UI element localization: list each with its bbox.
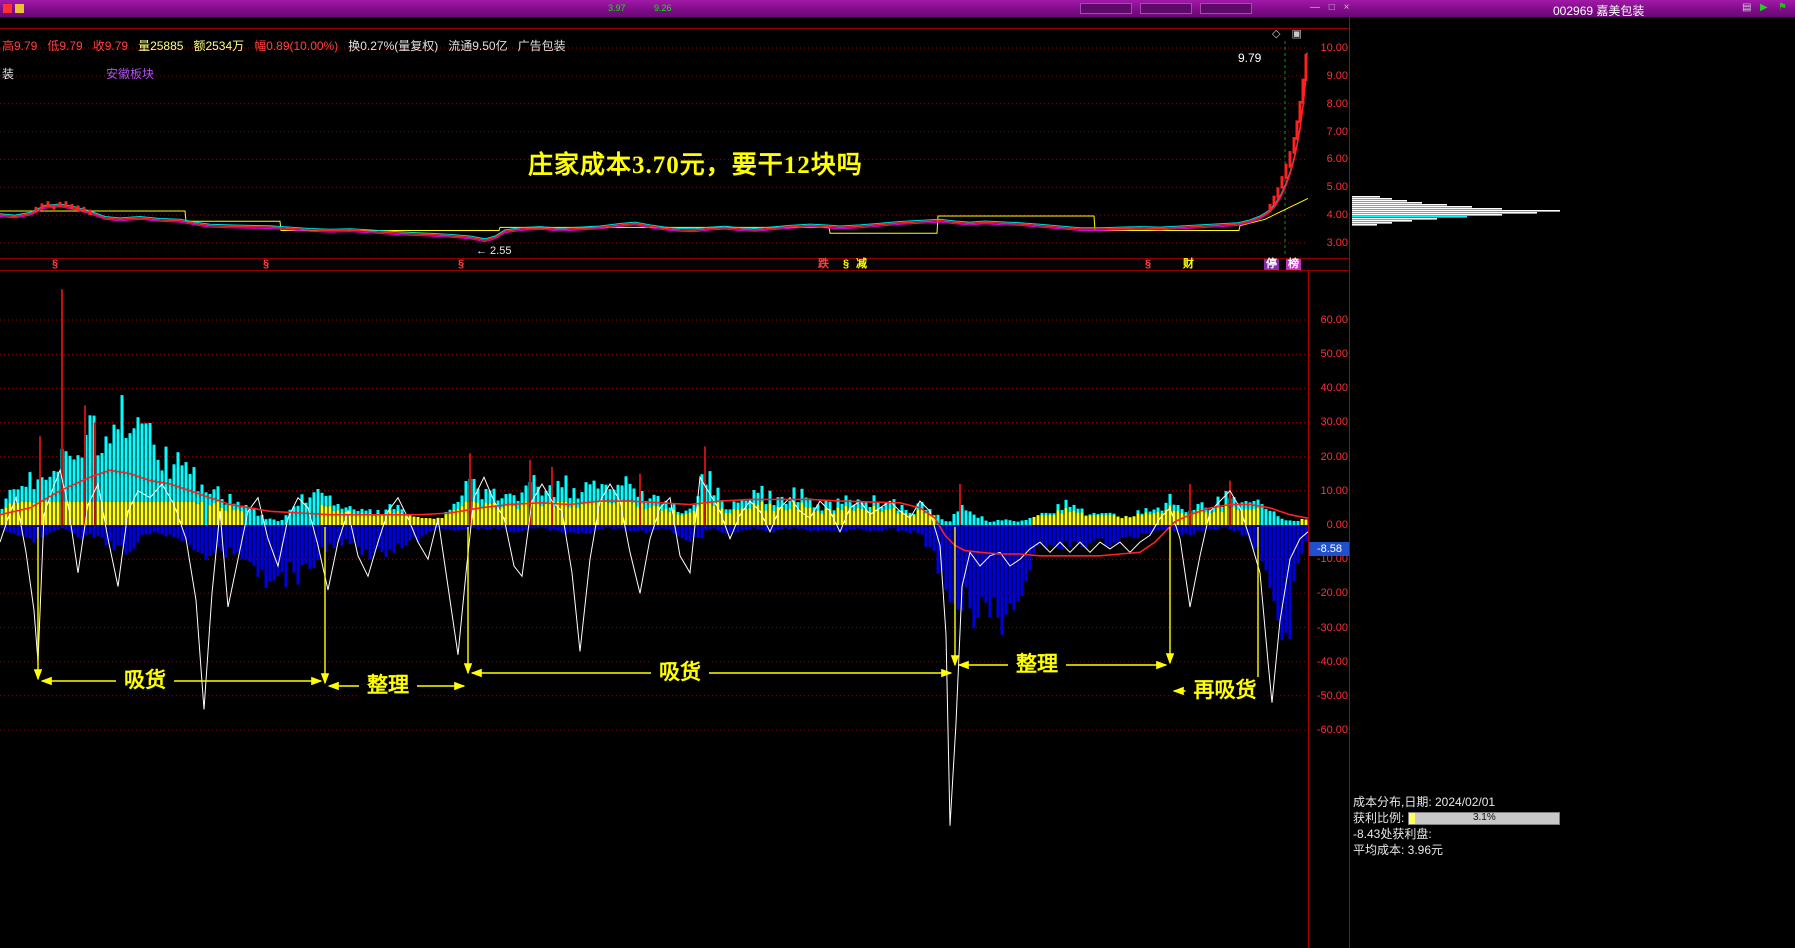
stock-stats-row: 高9.79 低9.79 收9.79 量25885 额2534万 幅0.89(10.00%)…: [2, 37, 576, 54]
toolbar-button-1[interactable]: [1080, 3, 1132, 14]
toolbar-button-2[interactable]: [1140, 3, 1192, 14]
stock-stat: 换0.27%(量复权): [348, 39, 439, 53]
phase-label: 吸货: [116, 667, 174, 694]
indicator-chart[interactable]: [0, 271, 1350, 948]
indicator-axis-label: 20.00: [1320, 451, 1348, 463]
signal-badge[interactable]: 减: [856, 259, 867, 270]
stock-stat: 幅0.89(10.00%): [254, 39, 339, 53]
stock-stat: 高9.79: [2, 39, 38, 53]
kline-axis-label: 6.00: [1326, 153, 1348, 165]
indicator-axis-label: 50.00: [1320, 348, 1348, 360]
signal-badge[interactable]: §: [843, 259, 849, 270]
kline-axis-label: 8.00: [1326, 98, 1348, 110]
signal-badge[interactable]: 停: [1264, 259, 1279, 270]
app-icon[interactable]: [3, 4, 12, 13]
indicator-axis-label: -60.00: [1316, 724, 1348, 736]
signal-badge[interactable]: §: [263, 259, 269, 270]
titlebar-mini-value: 3.97: [608, 3, 626, 13]
titlebar: — □ × 002969 嘉美包装 ▤ ▶ ⚑ 3.97 9.26: [0, 0, 1795, 18]
indicator-axis-label: -30.00: [1316, 622, 1348, 634]
menu-glyph-icon[interactable]: [15, 4, 24, 13]
window-controls[interactable]: — □ ×: [1310, 2, 1352, 13]
indicator-axis-label: 10.00: [1320, 485, 1348, 497]
signal-badge[interactable]: §: [458, 259, 464, 270]
stock-stat: 量25885: [138, 39, 184, 53]
toolbar-button-3[interactable]: [1200, 3, 1252, 14]
signal-badge[interactable]: 跌: [818, 259, 829, 270]
indicator-right-border: [1308, 271, 1309, 948]
titlebar-mini-value: 9.26: [654, 3, 672, 13]
profit-ratio-value: 3.1%: [1472, 812, 1496, 824]
corner-label: 装: [2, 67, 15, 81]
signal-badge[interactable]: 榜: [1286, 259, 1301, 270]
kline-axis-label: 3.00: [1326, 237, 1348, 249]
cost-annotation: 庄家成本3.70元，要干12块吗: [528, 152, 863, 179]
profit-ratio-bar: 3.1%: [1408, 812, 1561, 826]
profit-ratio-label: 获利比例:: [1353, 811, 1405, 825]
cost-title: 成本分布,日期: 2024/02/01: [1353, 795, 1496, 809]
profit-at-price: -8.43处获利盘:: [1353, 827, 1432, 841]
kline-axis-label: 4.00: [1326, 209, 1348, 221]
average-cost: 平均成本: 3.96元: [1353, 843, 1444, 857]
signal-badge[interactable]: 财: [1183, 259, 1194, 270]
kline-axis-label: 9.00: [1326, 70, 1348, 82]
grid-view-icon[interactable]: ▤: [1742, 2, 1751, 14]
indicator-axis-label: 30.00: [1320, 416, 1348, 428]
indicator-axis-label: 60.00: [1320, 314, 1348, 326]
chart-top-border: [0, 28, 1350, 29]
current-value-badge: -8.58: [1309, 542, 1350, 556]
stock-stat: 广告包装: [517, 39, 566, 53]
phase-label: 吸货: [651, 659, 709, 686]
indicator-panel: 60.00 50.00 40.00 30.00 20.00 10.00 0.00 -10.00…: [0, 271, 1350, 948]
trading-app-window: — □ × 002969 嘉美包装 ▤ ▶ ⚑ 3.97 9.26 10.00 9.…: [0, 0, 1795, 948]
indicator-axis-label: -40.00: [1316, 656, 1348, 668]
stock-stat: 流通9.50亿: [448, 39, 508, 53]
kline-axis-label: 5.00: [1326, 181, 1348, 193]
profit-ratio-row: 获利比例: 3.1%: [1353, 809, 1561, 826]
stock-code-label: 002969 嘉美包装: [1553, 4, 1645, 18]
signal-badge[interactable]: §: [52, 259, 58, 270]
kline-axis-label: 10.00: [1320, 42, 1348, 54]
play-icon[interactable]: ▶: [1760, 2, 1768, 14]
low-price-marker: ← 2.55: [476, 245, 512, 257]
stock-stat: 额2534万: [193, 39, 245, 53]
signal-badge[interactable]: §: [1145, 259, 1151, 270]
indicator-axis-label: 0.00: [1326, 519, 1348, 531]
kline-axis-label: 7.00: [1326, 126, 1348, 138]
phase-label: 整理: [1008, 651, 1066, 678]
flag-icon[interactable]: ⚑: [1778, 2, 1787, 14]
stock-stat: 收9.79: [92, 39, 129, 53]
cost-distribution-panel: 成本分布,日期: 2024/02/01 获利比例: 3.1% -8.43处获利盘:…: [1353, 793, 1561, 857]
stock-stat: 低9.79: [47, 39, 83, 53]
panel-divider-line: [1349, 17, 1350, 948]
indicator-axis-label: -20.00: [1316, 587, 1348, 599]
indicator-axis-label: 40.00: [1320, 382, 1348, 394]
phase-label: 整理: [359, 672, 417, 699]
high-price-label: 9.79: [1238, 51, 1262, 65]
phase-label: 再吸货: [1185, 677, 1265, 704]
signal-strip: § § § 跌 § 减 § 财 停榜: [0, 258, 1350, 271]
indicator-axis-label: -50.00: [1316, 690, 1348, 702]
right-panel: 成本分布,日期: 2024/02/01 获利比例: 3.1% -8.43处获利盘:…: [1350, 17, 1795, 948]
sector-label[interactable]: 安徽板块: [106, 65, 154, 82]
